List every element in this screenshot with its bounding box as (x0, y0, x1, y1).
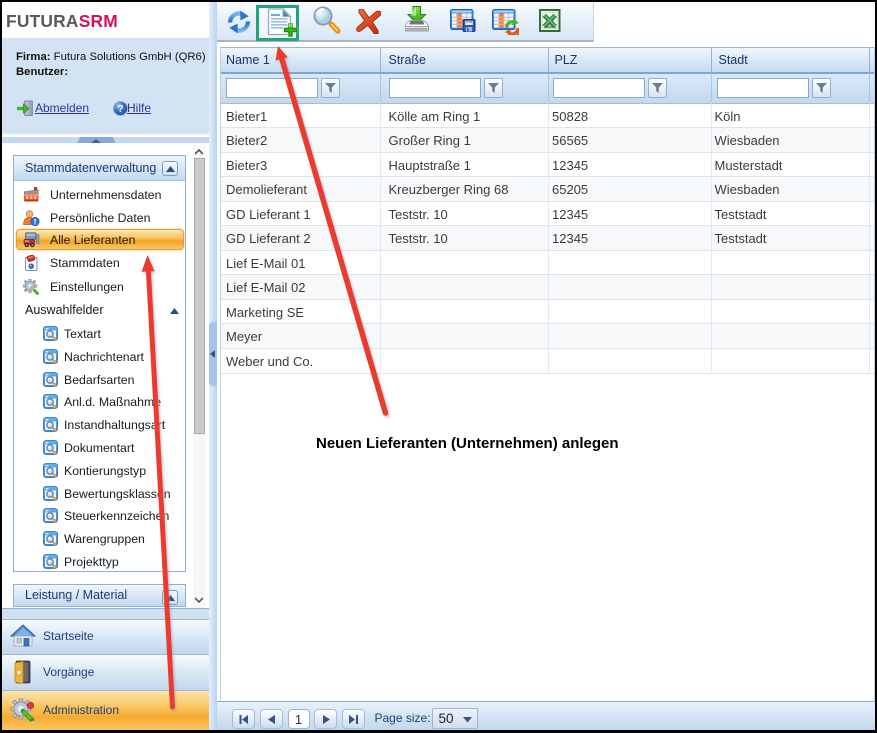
svg-text:?: ? (117, 104, 123, 115)
